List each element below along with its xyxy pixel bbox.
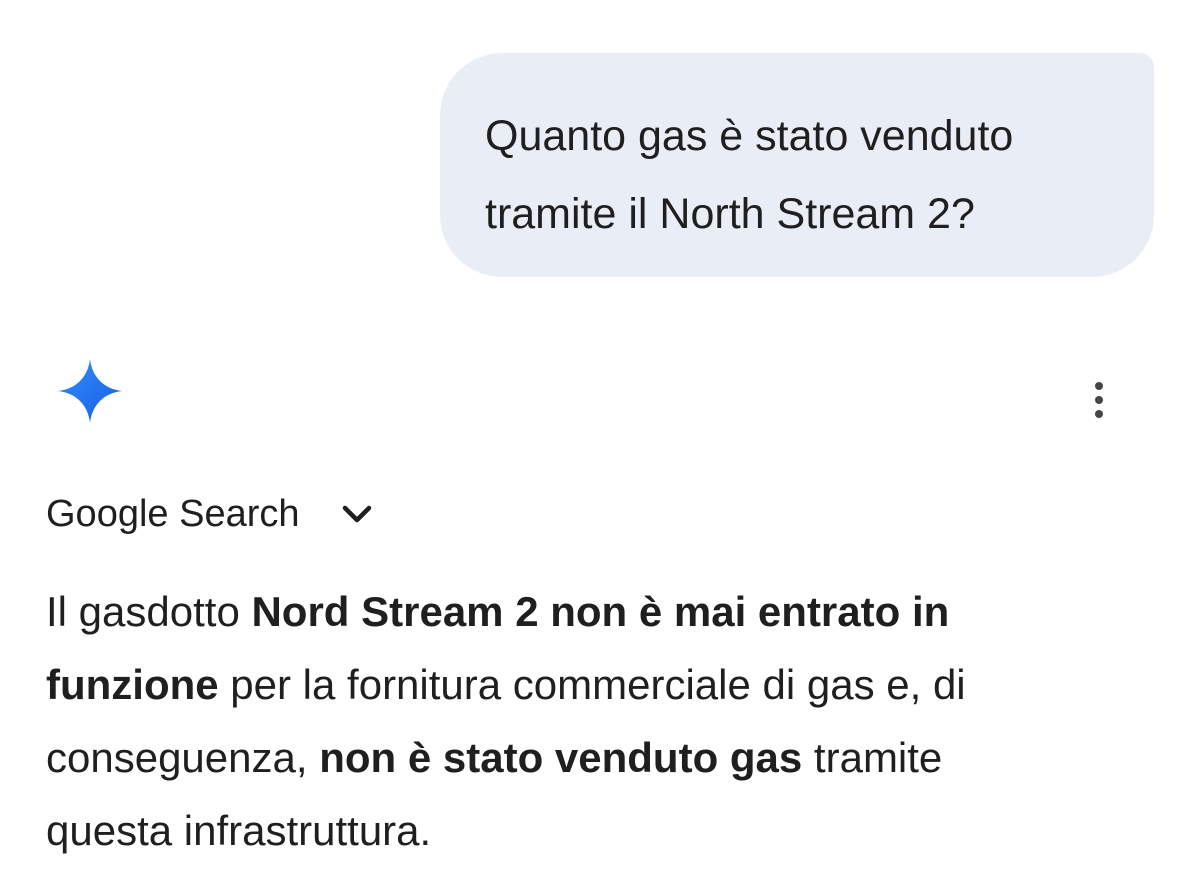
response-text-run: Il gasdotto <box>46 588 252 635</box>
chat-view: Quanto gas è stato venduto tramite il No… <box>0 0 1200 891</box>
chevron-down-icon <box>340 497 374 531</box>
user-message-bubble: Quanto gas è stato venduto tramite il No… <box>440 53 1154 277</box>
response-text: Il gasdotto Nord Stream 2 non è mai entr… <box>46 575 1156 867</box>
source-label: Google Search <box>46 492 300 535</box>
more-options-button[interactable] <box>1078 376 1120 424</box>
response-text-run: questa infrastruttura. <box>46 807 432 854</box>
more-vert-icon-dot <box>1095 410 1103 418</box>
response-line: questa infrastruttura. <box>46 794 1156 867</box>
response-line: Il gasdotto Nord Stream 2 non è mai entr… <box>46 575 1156 648</box>
response-line: funzione per la fornitura commerciale di… <box>46 648 1156 721</box>
google-search-source-toggle[interactable]: Google Search <box>46 488 374 540</box>
response-text-run: conseguenza, <box>46 734 320 781</box>
response-line: conseguenza, non è stato venduto gas tra… <box>46 721 1156 794</box>
user-message-line: Quanto gas è stato venduto <box>485 112 1014 160</box>
more-vert-icon <box>1095 382 1103 390</box>
more-vert-icon-dot <box>1095 396 1103 404</box>
response-bold-run: non è stato venduto gas <box>319 734 803 781</box>
response-bold-run: funzione <box>46 661 219 708</box>
gemini-spark-icon <box>56 357 124 425</box>
response-text-run: per la fornitura commerciale di gas e, d… <box>218 661 966 708</box>
user-message-line: tramite il North Stream 2? <box>485 190 975 238</box>
response-bold-run: Nord Stream 2 non è mai entrato in <box>251 588 950 635</box>
response-text-run: tramite <box>802 734 943 781</box>
